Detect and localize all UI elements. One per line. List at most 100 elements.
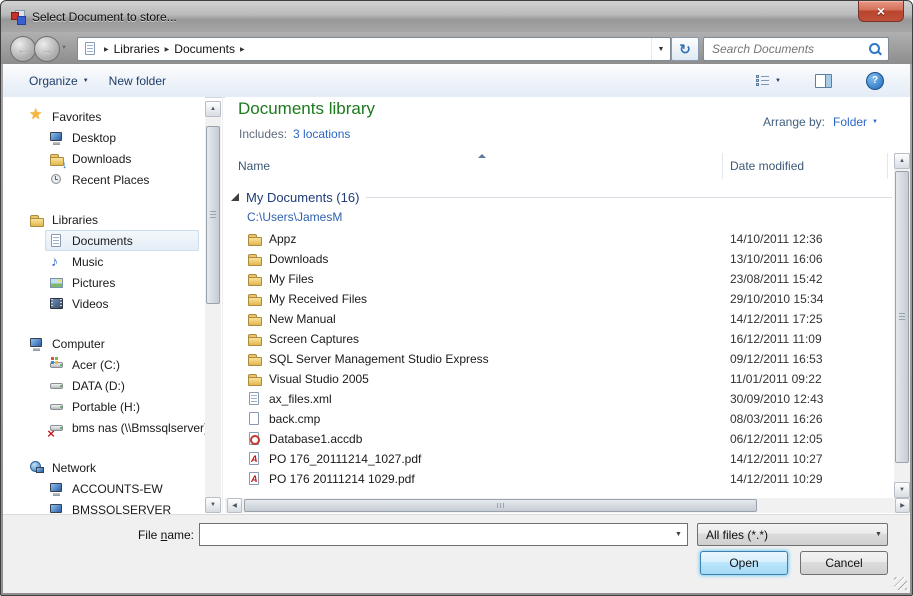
drive-os-icon [49, 357, 65, 373]
file-row[interactable]: Database1.accdb06/12/2011 12:05 [225, 429, 894, 449]
breadcrumb-libraries[interactable]: Libraries [114, 42, 160, 56]
file-name-combobox[interactable]: ▼ [199, 523, 688, 546]
arrange-by-value[interactable]: Folder [833, 115, 867, 129]
file-date-modified: 23/08/2011 15:42 [730, 272, 823, 286]
list-vertical-scrollbar[interactable]: ▲ ▼ [894, 153, 910, 498]
breadcrumb-documents[interactable]: Documents [174, 42, 235, 56]
folder-icon [247, 311, 263, 327]
sidebar-item-portable-h[interactable]: Portable (H:) [3, 396, 205, 417]
sidebar-item-favorites[interactable]: Favorites [3, 106, 205, 127]
back-button[interactable]: ← [10, 36, 36, 62]
change-view-button[interactable]: ▼ [746, 69, 791, 93]
locations-link[interactable]: 3 locations [293, 127, 350, 141]
sidebar-item-videos[interactable]: Videos [3, 293, 205, 314]
folder-icon [247, 331, 263, 347]
sidebar-item-documents[interactable]: Documents [45, 230, 199, 251]
file-date-modified: 30/09/2010 12:43 [730, 392, 823, 406]
file-row[interactable]: Downloads13/10/2011 16:06 [225, 249, 894, 269]
sidebar-item-label: Portable (H:) [72, 400, 140, 414]
file-list-pane: Documents library Includes:3 locations A… [225, 97, 910, 515]
sidebar-item-libraries[interactable]: Libraries [3, 209, 205, 230]
sidebar-item-computer[interactable]: Computer [3, 333, 205, 354]
sidebar-item-bmssqlserver[interactable]: BMSSQLSERVER [3, 499, 205, 515]
address-bar[interactable]: ▶ Libraries ▶ Documents ▶ ▼ [77, 37, 671, 61]
file-row[interactable]: My Files 23/08/2011 15:42 [225, 269, 894, 289]
file-date-modified: 14/10/2011 12:36 [730, 232, 823, 246]
sidebar-item-label: Libraries [52, 213, 98, 227]
chevron-down-icon[interactable]: ▼ [670, 524, 687, 545]
file-row[interactable]: back.cmp08/03/2011 16:26 [225, 409, 894, 429]
folder-icon [247, 251, 263, 267]
group-header[interactable]: My Documents (16) [231, 187, 892, 207]
resize-grip[interactable] [894, 577, 907, 590]
column-header-row: Name Date modified [225, 153, 894, 179]
refresh-button[interactable]: ↻ [671, 37, 699, 61]
preview-pane-button[interactable] [805, 69, 842, 93]
column-header-date[interactable]: Date modified [730, 159, 804, 173]
sidebar-item-pictures[interactable]: Pictures [3, 272, 205, 293]
file-row[interactable]: Visual Studio 200511/01/2011 09:22 [225, 369, 894, 389]
scroll-left-button[interactable]: ◀ [227, 498, 242, 513]
file-name: New Manual [269, 312, 336, 326]
scroll-up-button[interactable]: ▲ [894, 153, 910, 169]
breadcrumb-arrow-icon: ▶ [240, 46, 245, 53]
search-input[interactable] [704, 42, 868, 56]
folder-icon [247, 351, 263, 367]
group-path-link[interactable]: C:\Users\JamesM [247, 210, 342, 224]
scroll-up-button[interactable]: ▲ [205, 101, 221, 117]
file-row[interactable]: PO 176_20111214_1027.pdf14/12/2011 10:27 [225, 449, 894, 469]
forward-arrow-icon: → [41, 42, 54, 57]
open-button-label: Open [729, 556, 758, 570]
column-separator[interactable] [887, 153, 888, 179]
file-row[interactable]: ax_files.xml30/09/2010 12:43 [225, 389, 894, 409]
sidebar-item-label: Favorites [52, 110, 101, 124]
sidebar-item-music[interactable]: Music [3, 251, 205, 272]
sidebar-item-accounts-ew[interactable]: ACCOUNTS-EW [3, 478, 205, 499]
collapse-triangle-icon[interactable] [231, 193, 239, 201]
folder-icon [247, 271, 263, 287]
sidebar-item-downloads[interactable]: Downloads [3, 148, 205, 169]
file-row[interactable]: Screen Captures16/12/2011 11:09 [225, 329, 894, 349]
sidebar-item-data-d[interactable]: DATA (D:) [3, 375, 205, 396]
close-button[interactable]: × [858, 1, 904, 22]
horizontal-scroll-thumb[interactable] [244, 499, 757, 512]
list-scroll-thumb[interactable] [895, 171, 909, 463]
sidebar-scroll-thumb[interactable] [206, 126, 220, 304]
sidebar-item-recent-places[interactable]: Recent Places [3, 169, 205, 190]
scroll-down-button[interactable]: ▼ [205, 497, 221, 513]
folder-icon [247, 371, 263, 387]
address-dropdown-button[interactable]: ▼ [651, 38, 670, 60]
history-dropdown-icon[interactable]: ▼ [61, 45, 67, 51]
arrange-by-control[interactable]: Arrange by: Folder ▼ [763, 115, 878, 129]
file-row[interactable]: Appz14/10/2011 12:36 [225, 229, 894, 249]
sidebar-item-label: Recent Places [72, 173, 149, 187]
file-row[interactable]: SQL Server Management Studio Express09/1… [225, 349, 894, 369]
file-name: My Files [269, 272, 314, 286]
file-row[interactable]: My Received Files29/10/2010 15:34 [225, 289, 894, 309]
chevron-down-icon: ▼ [870, 531, 887, 538]
sidebar-item-desktop[interactable]: Desktop [3, 127, 205, 148]
column-header-name[interactable]: Name [238, 159, 270, 173]
file-row[interactable]: New Manual14/12/2011 17:25 [225, 309, 894, 329]
computer-icon [29, 336, 45, 352]
title-bar: Select Document to store... × [1, 1, 912, 33]
file-row[interactable]: PO 176 20111214 1029.pdf14/12/2011 10:29 [225, 469, 894, 489]
sidebar-scrollbar[interactable]: ▲ ▼ [205, 101, 221, 513]
organize-button[interactable]: Organize ▼ [19, 69, 99, 93]
sidebar-item-network[interactable]: Network [3, 457, 205, 478]
new-folder-button[interactable]: New folder [99, 69, 176, 93]
column-separator[interactable] [722, 153, 723, 179]
scroll-right-button[interactable]: ▶ [895, 498, 910, 513]
scroll-down-button[interactable]: ▼ [894, 482, 910, 498]
forward-button[interactable]: → [34, 36, 60, 62]
open-button[interactable]: Open [700, 551, 788, 575]
sidebar-item-label: Acer (C:) [72, 358, 120, 372]
cancel-button[interactable]: Cancel [800, 551, 888, 575]
sidebar-item-acer-c[interactable]: Acer (C:) [3, 354, 205, 375]
list-horizontal-scrollbar[interactable]: ◀ ▶ [225, 498, 910, 513]
help-button[interactable]: ? [856, 69, 894, 93]
file-name-input[interactable] [200, 524, 670, 545]
search-box[interactable] [703, 37, 889, 61]
sidebar-item-bms-nas-bmssqlserver-m[interactable]: bms nas (\\Bmssqlserver) (M [3, 417, 205, 438]
file-type-dropdown[interactable]: All files (*.*) ▼ [697, 523, 888, 546]
